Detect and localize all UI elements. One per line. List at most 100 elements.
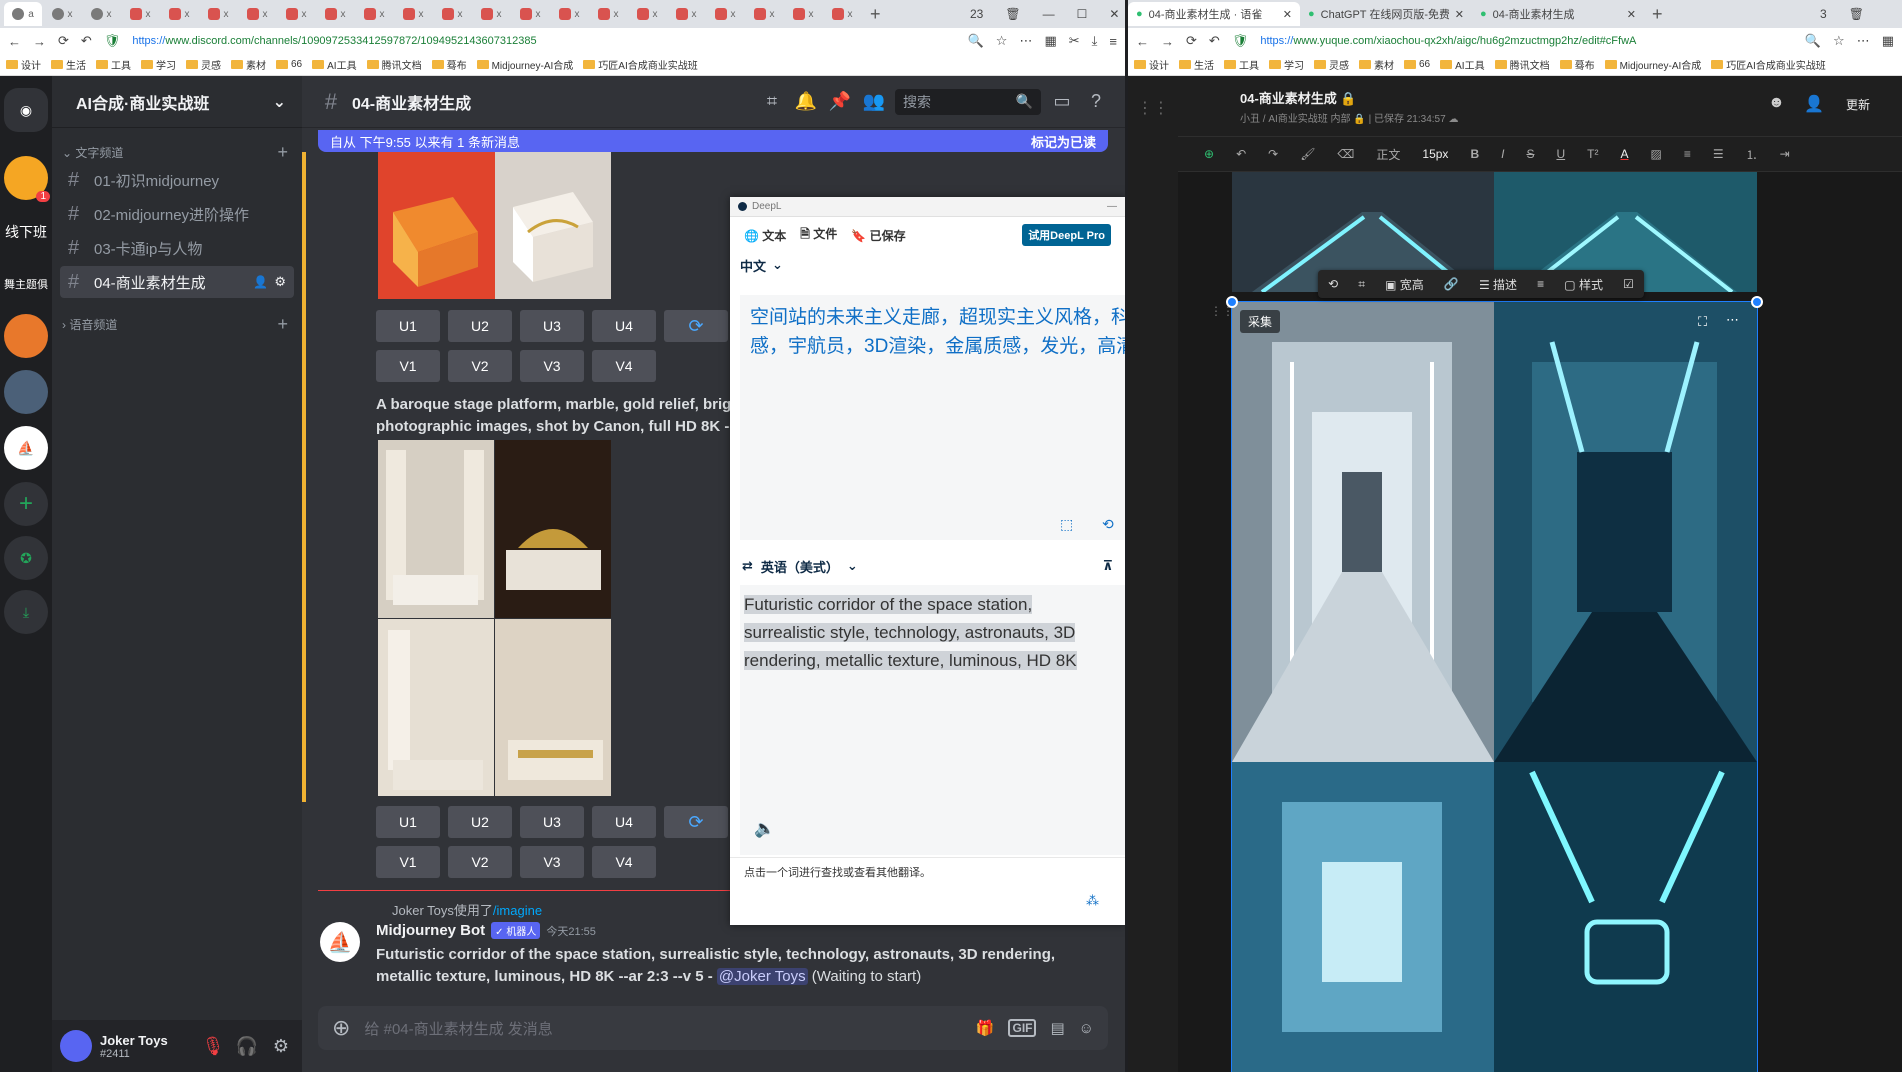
browser-tab[interactable]: x	[745, 2, 783, 26]
user-settings-gear-icon[interactable]: ⚙	[268, 1036, 294, 1057]
channel-item[interactable]: #01-初识midjourney	[60, 164, 294, 196]
menu-icon[interactable]: ≡	[1109, 34, 1117, 49]
notification-bell-icon[interactable]: 🔔	[793, 91, 819, 112]
back-icon[interactable]: ←	[8, 34, 21, 49]
format-painter-icon[interactable]: 🖌	[1300, 147, 1315, 161]
server-avatar-1[interactable]: 1	[4, 156, 50, 202]
drag-handle-icon[interactable]: ⋮⋮	[1210, 304, 1234, 318]
tab-close-label[interactable]: x	[653, 9, 658, 20]
browser-tab[interactable]: x	[667, 2, 705, 26]
tab-close-label[interactable]: x	[614, 9, 619, 20]
deepl-tab-files[interactable]: 🗎 文件	[800, 225, 837, 246]
scissors-icon[interactable]: ✂	[1069, 33, 1080, 49]
history-icon[interactable]: ⟲	[1102, 510, 1114, 539]
tab-close-label[interactable]: x	[731, 9, 736, 20]
guild-header[interactable]: AI合成·商业实战班 ⌄	[52, 76, 302, 128]
server-label-theme[interactable]: 舞主题俱	[4, 262, 48, 306]
variation-v1-button[interactable]: V1	[376, 350, 440, 382]
bookmark-item[interactable]: 66	[276, 59, 302, 70]
bookmark-item[interactable]: 生活	[51, 57, 86, 72]
indent-icon[interactable]: ⇥	[1780, 147, 1790, 161]
bookmark-item[interactable]: 腾讯文档	[1494, 57, 1550, 72]
mark-as-read-button[interactable]: 标记为已读	[1031, 132, 1096, 151]
browser-tab[interactable]: x	[277, 2, 315, 26]
deepl-pro-button[interactable]: 试用DeepL Pro	[1022, 224, 1111, 246]
variation-v2-button[interactable]: V2	[448, 846, 512, 878]
highlight-icon[interactable]: ▨	[1650, 147, 1661, 161]
tab-count-badge[interactable]: 3	[1820, 7, 1827, 21]
corridor-image-grid[interactable]	[1231, 301, 1758, 1072]
font-color-icon[interactable]: A	[1620, 147, 1628, 161]
browser-tab[interactable]: x	[433, 2, 471, 26]
upscale-u3-button[interactable]: U3	[520, 806, 584, 838]
browser-tab[interactable]: ● ChatGPT 在线网页版-免费使 ✕	[1300, 2, 1472, 26]
apps-grid-icon[interactable]: ▦	[1044, 33, 1056, 49]
reroll-refresh-icon[interactable]: ⟳	[664, 310, 728, 342]
dictionary-icon[interactable]: ⁂	[1086, 893, 1099, 909]
checkbox-icon[interactable]: ☑	[1623, 277, 1634, 291]
tab-close-label[interactable]: x	[848, 9, 853, 20]
bold-icon[interactable]: B	[1470, 147, 1479, 161]
bookmark-item[interactable]: 巧匠AI合成商业实战班	[1711, 57, 1826, 72]
reroll-refresh-icon[interactable]: ⟳	[664, 806, 728, 838]
tab-close-label[interactable]: x	[224, 9, 229, 20]
update-button[interactable]: 更新	[1846, 96, 1870, 113]
deepl-tab-text[interactable]: 🌐 文本	[744, 227, 786, 244]
browser-tab[interactable]: x	[394, 2, 432, 26]
discord-home-icon[interactable]: ◉	[4, 88, 48, 132]
bullet-list-icon[interactable]: ☰	[1713, 147, 1724, 161]
variation-v2-button[interactable]: V2	[448, 350, 512, 382]
gift-box-image[interactable]	[378, 152, 611, 299]
trash-icon[interactable]: 🗑	[1849, 7, 1864, 21]
target-language-select[interactable]: ⇄ 英语（美式） ⌄ ⊼	[730, 552, 1125, 580]
upscale-u4-button[interactable]: U4	[592, 310, 656, 342]
tab-close-label[interactable]: x	[770, 9, 775, 20]
browser-tab[interactable]: x	[823, 2, 861, 26]
left-url-field[interactable]: https://www.discord.com/channels/1090972…	[132, 35, 955, 47]
back-icon[interactable]: ←	[1136, 34, 1149, 49]
size-button[interactable]: ▣ 宽高	[1385, 276, 1424, 293]
gif-button[interactable]: GIF	[1008, 1019, 1037, 1037]
download-icon[interactable]: ⤓	[1092, 33, 1098, 49]
zoom-icon[interactable]: 🔍	[968, 33, 984, 49]
pin-window-icon[interactable]: ⊼	[1102, 558, 1113, 574]
midjourney-bot-avatar[interactable]: ⛵	[320, 922, 360, 962]
category-voice-channels[interactable]: › 语音频道 +	[52, 314, 302, 334]
browser-tab[interactable]: x	[550, 2, 588, 26]
add-voice-channel-icon[interactable]: +	[277, 314, 288, 335]
bookmark-item[interactable]: AI工具	[1440, 57, 1485, 72]
help-icon[interactable]: ?	[1083, 91, 1109, 112]
style-button[interactable]: ▢ 样式	[1564, 276, 1603, 293]
bookmark-item[interactable]: 素材	[231, 57, 266, 72]
upscale-u4-button[interactable]: U4	[592, 806, 656, 838]
add-channel-icon[interactable]: +	[277, 142, 288, 163]
bookmark-item[interactable]: Midjourney-AI合成	[476, 57, 573, 72]
sticker-icon[interactable]: ▤	[1050, 1019, 1064, 1037]
bookmark-item[interactable]: 灵感	[1314, 57, 1349, 72]
bookmark-star-icon[interactable]: ☆	[996, 33, 1008, 49]
tab-close-icon[interactable]: ✕	[1627, 8, 1636, 21]
underline-icon[interactable]: U	[1556, 147, 1565, 161]
browser-tab[interactable]: x	[160, 2, 198, 26]
variation-v4-button[interactable]: V4	[592, 350, 656, 382]
add-member-icon[interactable]: 👤	[1804, 94, 1824, 114]
minimize-icon[interactable]: —	[1043, 7, 1055, 21]
bookmark-item[interactable]: 学习	[1269, 57, 1304, 72]
browser-tab[interactable]: ● 04-商业素材生成 ✕	[1472, 2, 1644, 26]
threads-icon[interactable]: ⌗	[759, 91, 785, 112]
member-list-icon[interactable]: 👥	[861, 91, 887, 112]
mention-joker-toys[interactable]: @Joker Toys	[716, 968, 808, 985]
emoji-icon[interactable]: ☺	[1079, 1020, 1094, 1037]
close-window-icon[interactable]: ✕	[1109, 7, 1119, 21]
message-input[interactable]: 给 #04-商业素材生成 发消息	[364, 1018, 961, 1039]
align-icon[interactable]: ≡	[1684, 147, 1691, 161]
forward-icon[interactable]: →	[1161, 34, 1174, 49]
italic-icon[interactable]: I	[1501, 147, 1504, 161]
deepl-tab-saved[interactable]: 🔖 已保存	[851, 227, 905, 244]
browser-tab[interactable]: x	[628, 2, 666, 26]
right-url-field[interactable]: https://www.yuque.com/xiaochou-qx2xh/aig…	[1260, 35, 1793, 47]
pin-icon[interactable]: 📌	[827, 91, 853, 112]
bookmark-item[interactable]: 设计	[1134, 57, 1169, 72]
deepl-minimize-icon[interactable]: —	[1107, 201, 1117, 212]
upscale-u1-button[interactable]: U1	[376, 806, 440, 838]
